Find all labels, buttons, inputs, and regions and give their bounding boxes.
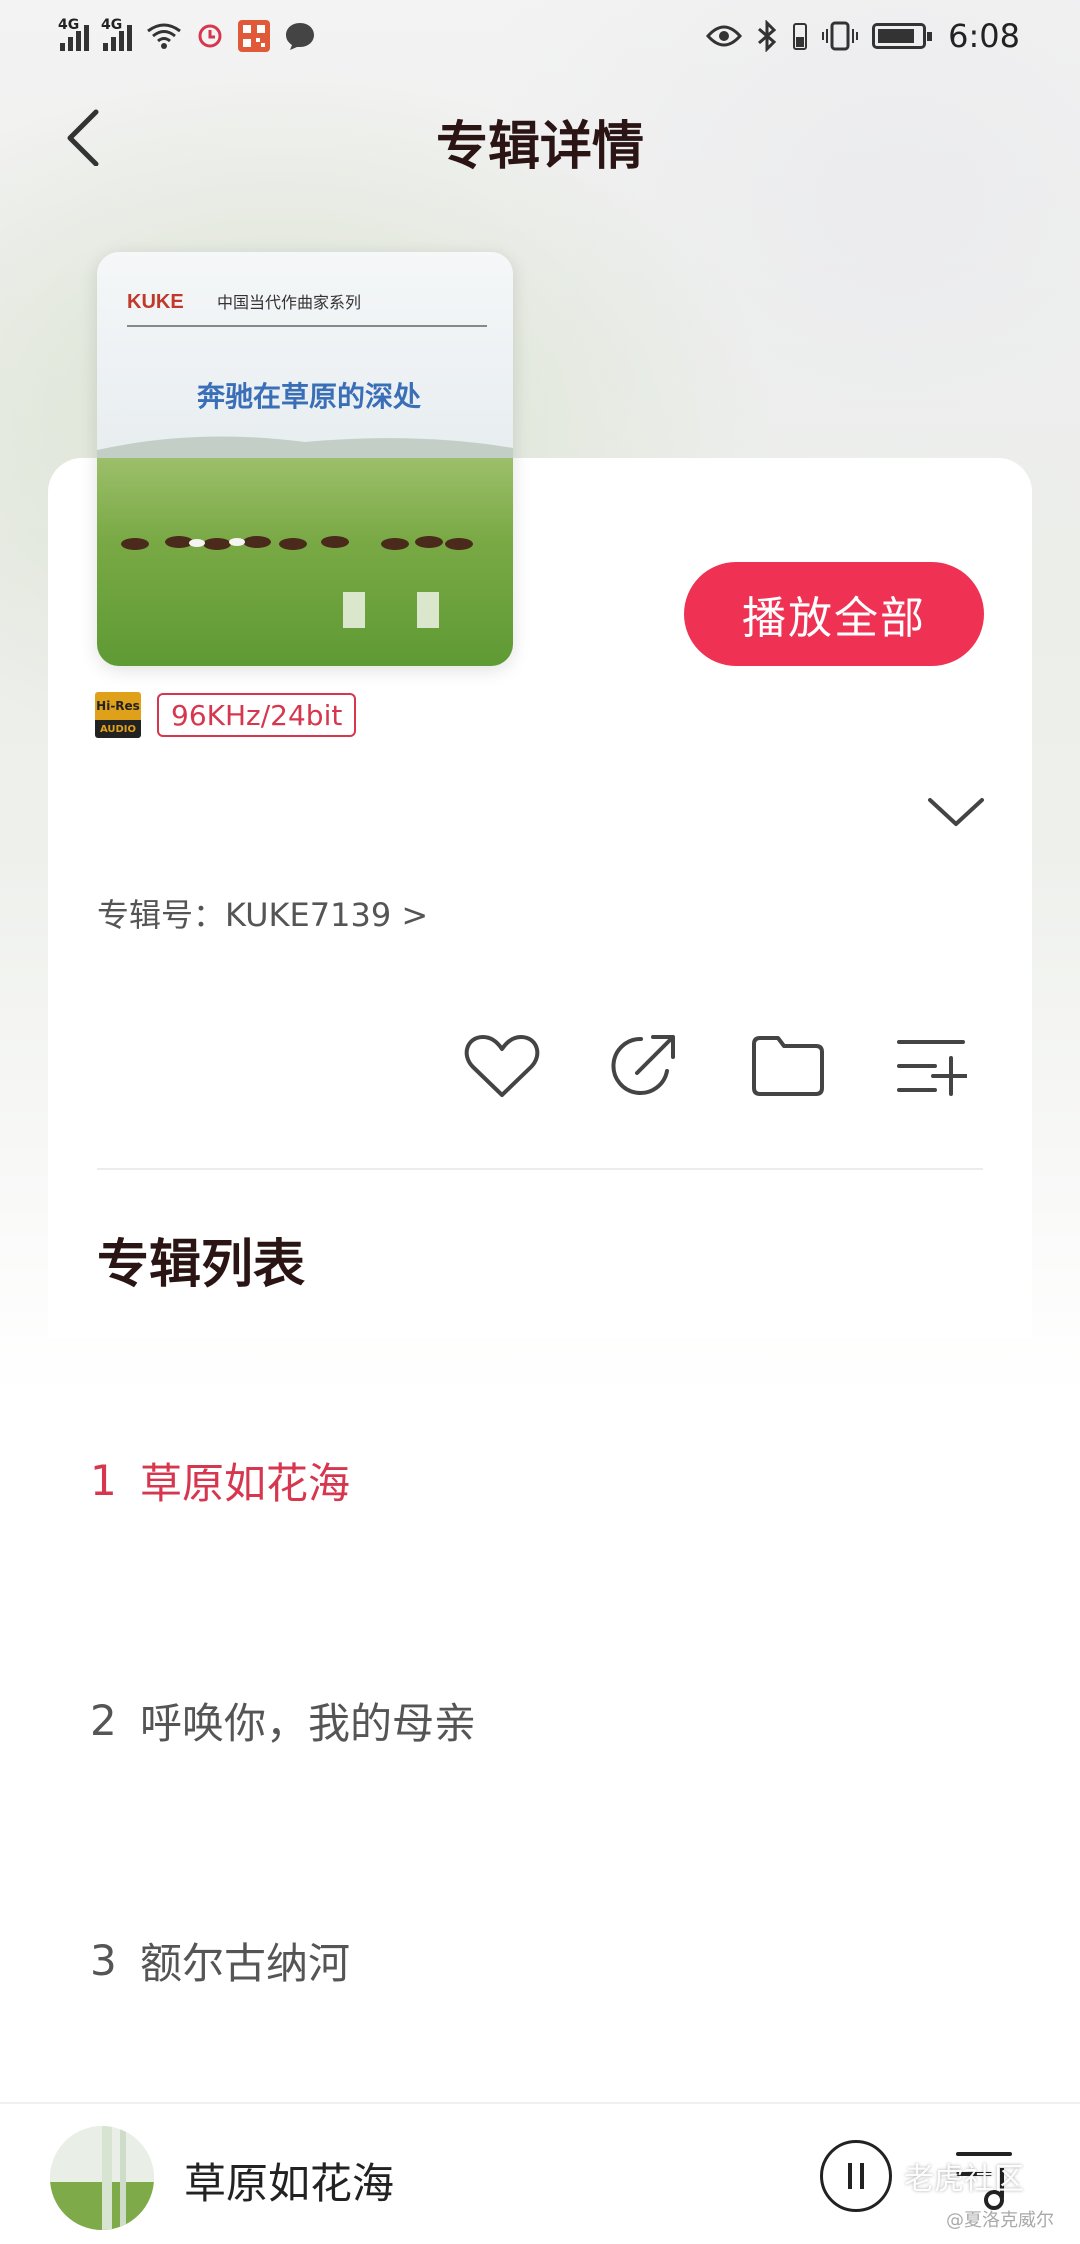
section-title: 专辑列表 — [97, 1235, 306, 1295]
play-all-button[interactable]: 播放全部 — [684, 562, 984, 666]
mini-player-cover[interactable] — [50, 2126, 154, 2230]
mini-cover-art — [50, 2126, 154, 2230]
track-number: 2 — [90, 1695, 117, 1745]
track-number: 1 — [90, 1455, 117, 1505]
hires-audio-badge: Hi-Res AUDIO — [95, 692, 141, 738]
header: 专辑详情 — [0, 90, 1080, 180]
folder-icon — [752, 1036, 824, 1096]
track-row[interactable]: 2 呼唤你，我的母亲 — [90, 1680, 990, 1760]
qr-app-icon — [238, 20, 270, 52]
bluetooth-icon — [758, 20, 777, 52]
network-type-1: 4G — [58, 17, 80, 33]
vibrate-icon — [822, 21, 859, 51]
pause-button[interactable] — [820, 2140, 892, 2212]
battery-small-icon — [793, 23, 808, 50]
mini-player-title: 草原如花海 — [184, 2159, 395, 2208]
hires-badge-bottom: AUDIO — [95, 720, 141, 738]
watermark: 老虎社区 — [904, 2162, 1024, 2197]
action-bar — [0, 1026, 1080, 1106]
netease-app-icon — [198, 24, 222, 48]
add-to-playlist-icon — [897, 1040, 967, 1096]
eye-icon — [706, 25, 743, 47]
signal-icon-1: 4G — [58, 17, 89, 51]
album-cover[interactable]: KUKE 中国当代作曲家系列 奔驰在草原的深处 — [97, 252, 513, 666]
pause-icon-bar — [848, 2163, 852, 2189]
hires-badge-top: Hi-Res — [95, 692, 141, 720]
cover-brand: KUKE — [127, 291, 184, 313]
cover-title: 奔驰在草原的深处 — [197, 380, 421, 413]
share-icon — [611, 1035, 675, 1095]
track-row[interactable]: 3 额尔古纳河 — [90, 1920, 990, 2000]
add-to-playlist-button[interactable] — [890, 1026, 970, 1106]
share-button[interactable] — [604, 1026, 684, 1106]
track-number: 3 — [90, 1935, 117, 1985]
watermark-sub: @夏洛克威尔 — [946, 2210, 1054, 2231]
status-left: 4G 4G — [58, 17, 316, 52]
track-row[interactable]: 1 草原如花海 — [90, 1440, 990, 1520]
status-right: 6:08 — [706, 17, 1020, 55]
page-title: 专辑详情 — [435, 117, 644, 177]
divider — [97, 1168, 983, 1170]
album-cover-art: KUKE 中国当代作曲家系列 奔驰在草原的深处 — [97, 252, 513, 666]
album-number-link[interactable]: 专辑号：KUKE7139 > — [97, 890, 428, 936]
cover-series: 中国当代作曲家系列 — [217, 293, 361, 312]
signal-icon-2: 4G — [101, 17, 132, 51]
like-button[interactable] — [462, 1026, 542, 1106]
clock: 6:08 — [948, 17, 1020, 55]
network-type-2: 4G — [101, 17, 123, 33]
track-title: 呼唤你，我的母亲 — [140, 1698, 477, 1748]
track-title: 额尔古纳河 — [140, 1938, 351, 1988]
wifi-icon — [147, 23, 181, 49]
track-title: 草原如花海 — [140, 1458, 351, 1508]
collect-button[interactable] — [748, 1026, 828, 1106]
quality-badges: Hi-Res AUDIO 96KHz/24bit — [95, 692, 357, 738]
quality-badge: 96KHz/24bit — [157, 693, 357, 737]
battery-icon — [872, 23, 933, 49]
status-bar: 4G 4G 6:08 — [0, 0, 1080, 72]
heart-icon — [464, 1035, 540, 1097]
chevron-down-icon[interactable] — [926, 792, 986, 832]
pause-icon-bar — [860, 2163, 864, 2189]
message-icon — [286, 23, 314, 50]
